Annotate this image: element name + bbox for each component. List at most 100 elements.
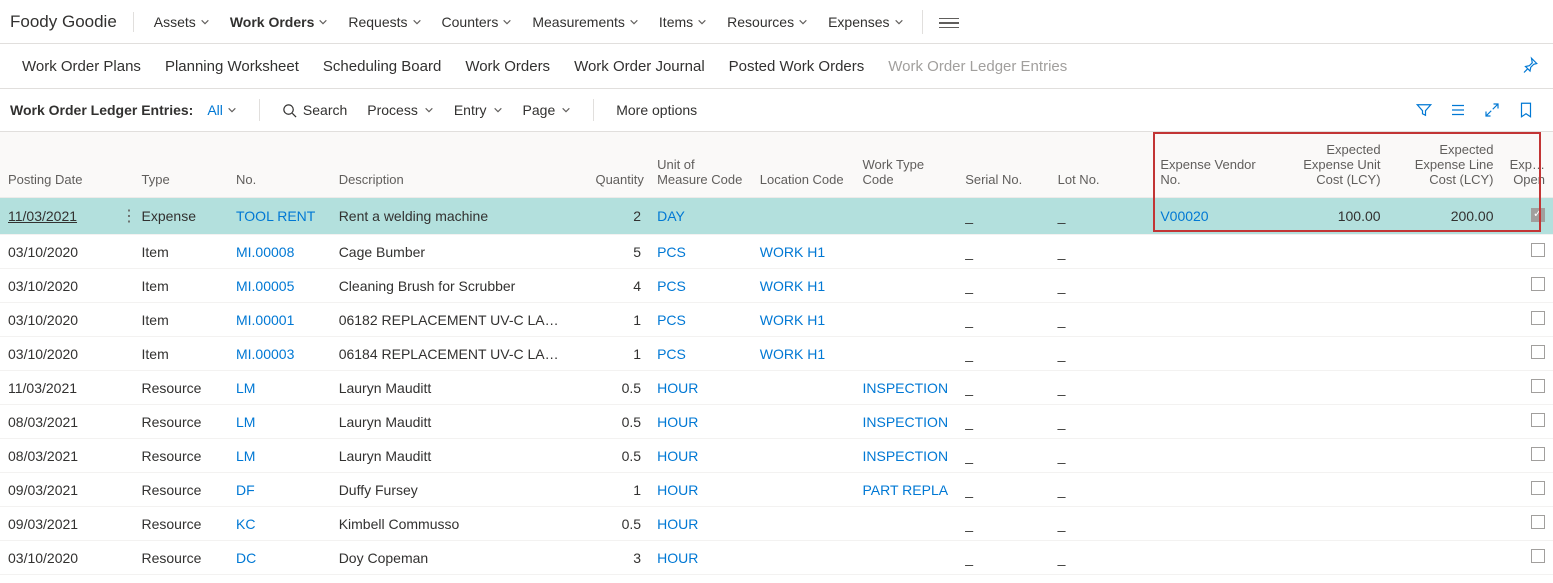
cell-work-type[interactable]: INSPECTION bbox=[854, 439, 957, 473]
cell-posting-date[interactable]: 09/03/2021 bbox=[0, 473, 113, 507]
cell-location[interactable]: WORK H1 bbox=[752, 235, 855, 269]
cell-location[interactable]: WORK H1 bbox=[752, 337, 855, 371]
top-nav-counters[interactable]: Counters bbox=[432, 6, 523, 38]
row-menu-cell[interactable]: ⋮ bbox=[113, 198, 134, 235]
more-options-button[interactable]: More options bbox=[606, 96, 707, 124]
cell-location[interactable] bbox=[752, 473, 855, 507]
open-checkbox[interactable] bbox=[1531, 515, 1545, 529]
cell-open[interactable] bbox=[1502, 439, 1553, 473]
table-row[interactable]: 03/10/2020ItemMI.00005Cleaning Brush for… bbox=[0, 269, 1553, 303]
sub-nav-scheduling-board[interactable]: Scheduling Board bbox=[311, 50, 453, 83]
cell-open[interactable] bbox=[1502, 371, 1553, 405]
open-checkbox[interactable] bbox=[1531, 311, 1545, 325]
cell-open[interactable] bbox=[1502, 507, 1553, 541]
cell-work-type[interactable] bbox=[854, 269, 957, 303]
row-menu-cell[interactable] bbox=[113, 235, 134, 269]
search-button[interactable]: Search bbox=[272, 96, 357, 124]
cell-location[interactable] bbox=[752, 405, 855, 439]
cell-no[interactable]: DC bbox=[228, 541, 331, 575]
sub-nav-work-orders[interactable]: Work Orders bbox=[453, 50, 562, 83]
row-menu-cell[interactable] bbox=[113, 473, 134, 507]
open-checkbox[interactable] bbox=[1531, 481, 1545, 495]
cell-vendor[interactable] bbox=[1152, 507, 1275, 541]
sub-nav-posted-work-orders[interactable]: Posted Work Orders bbox=[717, 50, 877, 83]
cell-uom[interactable]: HOUR bbox=[649, 507, 752, 541]
cell-work-type[interactable] bbox=[854, 337, 957, 371]
row-menu-cell[interactable] bbox=[113, 371, 134, 405]
cell-uom[interactable]: HOUR bbox=[649, 371, 752, 405]
col-description[interactable]: Description bbox=[331, 132, 588, 198]
row-menu-cell[interactable] bbox=[113, 337, 134, 371]
row-menu-cell[interactable] bbox=[113, 439, 134, 473]
sub-nav-planning-worksheet[interactable]: Planning Worksheet bbox=[153, 50, 311, 83]
cell-posting-date[interactable]: 11/03/2021 bbox=[0, 371, 113, 405]
cell-vendor[interactable] bbox=[1152, 269, 1275, 303]
cell-uom[interactable]: HOUR bbox=[649, 405, 752, 439]
top-nav-requests[interactable]: Requests bbox=[338, 6, 431, 38]
cell-vendor[interactable] bbox=[1152, 439, 1275, 473]
row-menu-cell[interactable] bbox=[113, 269, 134, 303]
cell-location[interactable]: WORK H1 bbox=[752, 303, 855, 337]
list-view-icon[interactable] bbox=[1449, 101, 1467, 119]
cell-vendor[interactable] bbox=[1152, 337, 1275, 371]
cell-posting-date[interactable]: 08/03/2021 bbox=[0, 439, 113, 473]
col-type[interactable]: Type bbox=[134, 132, 228, 198]
cell-work-type[interactable] bbox=[854, 303, 957, 337]
cell-posting-date[interactable]: 03/10/2020 bbox=[0, 337, 113, 371]
cell-no[interactable]: TOOL RENT bbox=[228, 198, 331, 235]
cell-no[interactable]: MI.00008 bbox=[228, 235, 331, 269]
cell-vendor[interactable] bbox=[1152, 405, 1275, 439]
table-row[interactable]: 08/03/2021ResourceLMLauryn Mauditt0.5HOU… bbox=[0, 439, 1553, 473]
cell-vendor[interactable] bbox=[1152, 541, 1275, 575]
cell-location[interactable] bbox=[752, 507, 855, 541]
sub-nav-work-order-ledger-entries[interactable]: Work Order Ledger Entries bbox=[876, 50, 1079, 83]
table-row[interactable]: 11/03/2021⋮ExpenseTOOL RENTRent a weldin… bbox=[0, 198, 1553, 235]
col-posting-date[interactable]: Posting Date bbox=[0, 132, 113, 198]
view-filter-dropdown[interactable]: All bbox=[207, 102, 247, 118]
table-row[interactable]: 09/03/2021ResourceDFDuffy Fursey1HOURPAR… bbox=[0, 473, 1553, 507]
table-row[interactable]: 11/03/2021ResourceLMLauryn Mauditt0.5HOU… bbox=[0, 371, 1553, 405]
table-row[interactable]: 03/10/2020ResourceDCDoy Copeman3HOUR__ bbox=[0, 541, 1553, 575]
row-menu-cell[interactable] bbox=[113, 405, 134, 439]
cell-location[interactable] bbox=[752, 541, 855, 575]
pin-icon[interactable] bbox=[1521, 56, 1539, 74]
row-menu-icon[interactable]: ⋮ bbox=[121, 208, 134, 225]
cell-work-type[interactable]: PART REPLA bbox=[854, 473, 957, 507]
top-nav-resources[interactable]: Resources bbox=[717, 6, 818, 38]
process-menu[interactable]: Process bbox=[357, 96, 444, 124]
cell-location[interactable]: WORK H1 bbox=[752, 269, 855, 303]
col-vendor[interactable]: Expense Vendor No. bbox=[1152, 132, 1275, 198]
cell-open[interactable] bbox=[1502, 337, 1553, 371]
cell-location[interactable] bbox=[752, 198, 855, 235]
cell-open[interactable] bbox=[1502, 269, 1553, 303]
cell-posting-date[interactable]: 11/03/2021 bbox=[0, 198, 113, 235]
cell-location[interactable] bbox=[752, 439, 855, 473]
col-open[interactable]: Exp… Open bbox=[1502, 132, 1553, 198]
table-row[interactable]: 03/10/2020ItemMI.0000306184 REPLACEMENT … bbox=[0, 337, 1553, 371]
table-row[interactable]: 03/10/2020ItemMI.0000106182 REPLACEMENT … bbox=[0, 303, 1553, 337]
overflow-menu-icon[interactable] bbox=[939, 15, 959, 29]
cell-work-type[interactable]: INSPECTION bbox=[854, 371, 957, 405]
cell-uom[interactable]: DAY bbox=[649, 198, 752, 235]
row-menu-cell[interactable] bbox=[113, 303, 134, 337]
cell-no[interactable]: LM bbox=[228, 371, 331, 405]
top-nav-measurements[interactable]: Measurements bbox=[522, 6, 649, 38]
cell-no[interactable]: LM bbox=[228, 439, 331, 473]
open-checkbox[interactable] bbox=[1531, 345, 1545, 359]
cell-no[interactable]: MI.00001 bbox=[228, 303, 331, 337]
cell-work-type[interactable] bbox=[854, 235, 957, 269]
cell-uom[interactable]: PCS bbox=[649, 269, 752, 303]
cell-work-type[interactable] bbox=[854, 541, 957, 575]
bookmark-icon[interactable] bbox=[1517, 101, 1535, 119]
cell-uom[interactable]: HOUR bbox=[649, 541, 752, 575]
col-exp-line[interactable]: Expected Expense Line Cost (LCY) bbox=[1389, 132, 1502, 198]
filter-icon[interactable] bbox=[1415, 101, 1433, 119]
row-menu-cell[interactable] bbox=[113, 507, 134, 541]
cell-no[interactable]: MI.00003 bbox=[228, 337, 331, 371]
cell-vendor[interactable] bbox=[1152, 371, 1275, 405]
cell-open[interactable] bbox=[1502, 405, 1553, 439]
cell-open[interactable] bbox=[1502, 235, 1553, 269]
cell-posting-date[interactable]: 08/03/2021 bbox=[0, 405, 113, 439]
cell-open[interactable] bbox=[1502, 198, 1553, 235]
col-no[interactable]: No. bbox=[228, 132, 331, 198]
